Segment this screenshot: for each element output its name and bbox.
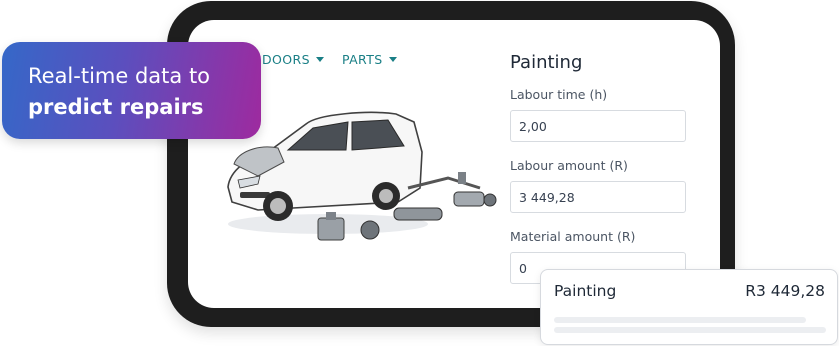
nav-parts-label: PARTS xyxy=(341,52,383,67)
summary-title: Painting xyxy=(554,282,617,300)
nav-parts[interactable]: PARTS xyxy=(342,52,397,67)
caret-down-icon xyxy=(388,57,397,62)
summary-card: Painting R3 449,28 xyxy=(540,269,838,345)
material-amount-label: Material amount (R) xyxy=(510,229,636,244)
painting-form: Painting Labour time (h) 2,00 Labour amo… xyxy=(510,52,690,300)
caret-down-icon xyxy=(315,57,324,62)
category-nav: DOORS PARTS xyxy=(262,52,397,67)
summary-amount: R3 449,28 xyxy=(745,282,825,300)
nav-doors[interactable]: DOORS xyxy=(262,52,324,67)
badge-line-2: predict repairs xyxy=(28,95,204,119)
placeholder-line xyxy=(554,317,806,323)
placeholder-line xyxy=(554,327,826,333)
badge-line-1: Real-time data to xyxy=(28,64,211,88)
promo-badge: Real-time data to predict repairs xyxy=(2,42,261,139)
labour-time-label: Labour time (h) xyxy=(510,87,608,102)
labour-time-input[interactable]: 2,00 xyxy=(510,110,686,142)
nav-doors-label: DOORS xyxy=(262,52,310,67)
labour-amount-input[interactable]: 3 449,28 xyxy=(510,181,686,213)
labour-amount-label: Labour amount (R) xyxy=(510,158,628,173)
form-title: Painting xyxy=(510,52,583,73)
